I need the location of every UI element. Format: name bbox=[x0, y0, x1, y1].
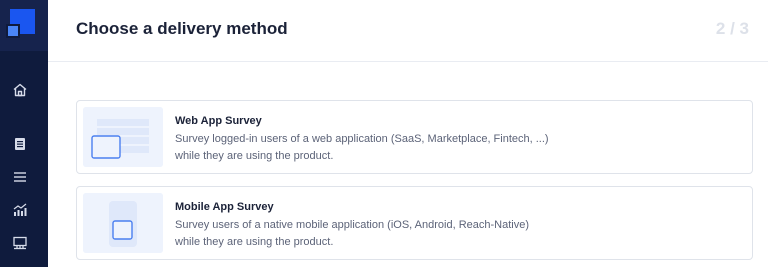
logo-icon[interactable] bbox=[4, 9, 36, 41]
option-description-line: while they are using the product. bbox=[175, 150, 334, 162]
option-title: Mobile App Survey bbox=[175, 201, 274, 213]
option-description: Survey logged-in users of a web applicat… bbox=[175, 131, 735, 165]
app-root: Choose a delivery method 2 / 3 Web App S… bbox=[0, 0, 768, 267]
option-title: Web App Survey bbox=[175, 115, 262, 127]
menu-icon[interactable] bbox=[10, 167, 30, 187]
home-icon[interactable] bbox=[10, 80, 30, 100]
option-description: Survey users of a native mobile applicat… bbox=[175, 217, 735, 251]
step-indicator: 2 / 3 bbox=[715, 19, 749, 38]
page-header: Choose a delivery method 2 / 3 bbox=[48, 0, 768, 62]
option-description-line: Survey logged-in users of a web applicat… bbox=[175, 133, 549, 145]
logo-area bbox=[0, 0, 48, 51]
page-title: Choose a delivery method bbox=[76, 19, 288, 38]
analytics-icon[interactable] bbox=[10, 200, 30, 220]
integrations-icon[interactable] bbox=[10, 233, 30, 253]
mobile-app-illustration-icon bbox=[83, 193, 163, 253]
option-description-line: Survey users of a native mobile applicat… bbox=[175, 219, 530, 231]
sidebar bbox=[0, 0, 48, 267]
mobile-app-survey-option[interactable]: Mobile App Survey Survey users of a nati… bbox=[76, 186, 753, 260]
web-app-illustration-icon bbox=[83, 107, 163, 167]
web-app-survey-option[interactable]: Web App Survey Survey logged-in users of… bbox=[76, 100, 753, 174]
document-icon[interactable] bbox=[10, 134, 30, 154]
option-description-line: while they are using the product. bbox=[175, 236, 334, 248]
